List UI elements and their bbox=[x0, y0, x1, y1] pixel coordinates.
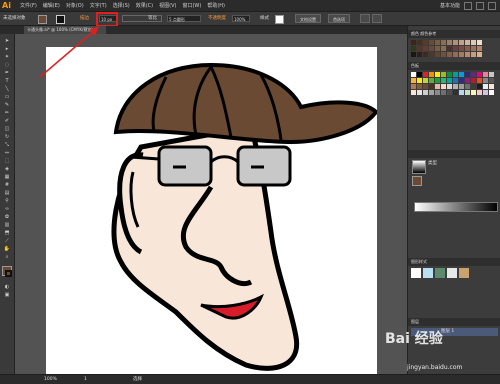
scale-tool-icon[interactable]: ⤡ bbox=[3, 142, 11, 148]
menu-effect[interactable]: 效果(C) bbox=[136, 2, 153, 10]
gradient-preview[interactable] bbox=[412, 160, 426, 174]
right-panels: 颜色 颜色参考 色板 类型 图形样式 图层 图层 1 bbox=[407, 26, 500, 374]
annotation-arrow bbox=[39, 26, 99, 78]
perspective-grid-tool-icon[interactable]: ▦ bbox=[3, 174, 11, 180]
artboard-tool-icon[interactable]: ⬒ bbox=[3, 230, 11, 236]
gradient-panel-header[interactable] bbox=[408, 150, 500, 158]
mesh-tool-icon[interactable]: # bbox=[3, 182, 11, 188]
swatches-panel-header[interactable]: 色板 bbox=[408, 62, 500, 70]
gradient-tool-icon[interactable]: ▤ bbox=[3, 190, 11, 196]
paintbrush-tool-icon[interactable]: ✎ bbox=[3, 102, 11, 108]
workspace-switcher[interactable]: 基本功能 bbox=[440, 2, 460, 10]
maximize-icon[interactable] bbox=[476, 2, 484, 10]
style-label: 样式 bbox=[260, 16, 269, 21]
draw-mode-icon[interactable]: ◐ bbox=[3, 284, 11, 290]
gradient-slider[interactable] bbox=[414, 202, 498, 212]
align-icon[interactable] bbox=[360, 14, 370, 23]
cartoon-face-illustration bbox=[111, 62, 379, 371]
rectangle-tool-icon[interactable]: ▭ bbox=[3, 94, 11, 100]
column-graph-tool-icon[interactable]: ▥ bbox=[3, 222, 11, 228]
preferences-button[interactable]: 首选项 bbox=[328, 14, 350, 23]
width-tool-icon[interactable]: ⇔ bbox=[3, 150, 11, 156]
screen-mode-icon[interactable]: ▣ bbox=[3, 292, 11, 298]
graphic-styles-grid[interactable] bbox=[411, 268, 469, 278]
line-tool-icon[interactable]: ╲ bbox=[3, 86, 11, 92]
menu-edit[interactable]: 编辑(E) bbox=[43, 2, 60, 10]
artboard[interactable] bbox=[46, 47, 379, 374]
selection-status: 未选择对象 bbox=[3, 16, 26, 21]
menu-help[interactable]: 帮助(H) bbox=[207, 2, 225, 10]
free-transform-tool-icon[interactable]: ⬚ bbox=[3, 158, 11, 164]
pencil-tool-icon[interactable]: ✏ bbox=[3, 110, 11, 116]
blend-tool-icon[interactable]: ∞ bbox=[3, 206, 11, 212]
opacity-field[interactable]: 100% bbox=[232, 15, 250, 22]
document-setup-button[interactable]: 文档设置 bbox=[295, 14, 321, 23]
layers-panel-header[interactable]: 图层 bbox=[408, 318, 500, 326]
main-menu: 文件(F) 编辑(E) 对象(O) 文字(T) 选择(S) 效果(C) 视图(V… bbox=[20, 2, 225, 10]
symbol-sprayer-tool-icon[interactable]: ✿ bbox=[3, 214, 11, 220]
magic-wand-tool-icon[interactable]: ✶ bbox=[3, 54, 11, 60]
opacity-label[interactable]: 不透明度 bbox=[208, 15, 226, 23]
stroke-color-icon[interactable] bbox=[5, 270, 12, 277]
hand-tool-icon[interactable]: ✋ bbox=[3, 246, 11, 252]
blob-brush-tool-icon[interactable]: ✐ bbox=[3, 118, 11, 124]
watermark-text: Bai 经验 bbox=[385, 331, 443, 347]
color-guide-grid[interactable] bbox=[411, 40, 482, 57]
lasso-tool-icon[interactable]: ◌ bbox=[3, 62, 11, 68]
type-tool-icon[interactable]: T bbox=[3, 78, 11, 84]
graphic-style-swatch[interactable] bbox=[275, 15, 284, 24]
status-bar: 100% 1 选择 bbox=[0, 374, 500, 384]
zoom-level[interactable]: 100% bbox=[44, 376, 57, 384]
canvas-area[interactable] bbox=[15, 26, 407, 374]
rotate-tool-icon[interactable]: ↻ bbox=[3, 134, 11, 140]
slice-tool-icon[interactable]: ⟋ bbox=[3, 238, 11, 244]
profile-label: 等比 bbox=[148, 16, 157, 21]
gradient-type-label: 类型 bbox=[428, 161, 437, 166]
menu-bar: Ai 文件(F) 编辑(E) 对象(O) 文字(T) 选择(S) 效果(C) 视… bbox=[0, 0, 500, 12]
swatches-grid[interactable] bbox=[411, 72, 494, 95]
current-tool: 选择 bbox=[133, 377, 142, 382]
shape-builder-tool-icon[interactable]: ◈ bbox=[3, 166, 11, 172]
transform-icon[interactable] bbox=[372, 14, 382, 23]
minimize-icon[interactable] bbox=[464, 2, 472, 10]
brush-definition[interactable]: 5 点圆形 bbox=[167, 15, 201, 22]
menu-select[interactable]: 选择(S) bbox=[113, 2, 130, 10]
menu-object[interactable]: 对象(O) bbox=[66, 2, 84, 10]
glasses-temple bbox=[130, 155, 160, 161]
watermark-url: jingyan.baidu.com bbox=[407, 364, 463, 371]
graphic-styles-header[interactable]: 图形样式 bbox=[408, 258, 500, 266]
tools-panel: ➤ ▸ ✶ ◌ ✒ T ╲ ▭ ✎ ✏ ✐ ◫ ↻ ⤡ ⇔ ⬚ ◈ ▦ # ▤ … bbox=[0, 34, 15, 374]
window-controls: 基本功能 bbox=[440, 2, 496, 10]
app-logo: Ai bbox=[2, 1, 11, 10]
selection-tool-icon[interactable]: ➤ bbox=[3, 38, 11, 44]
menu-view[interactable]: 视图(V) bbox=[159, 2, 176, 10]
eyedropper-tool-icon[interactable]: ⚲ bbox=[3, 198, 11, 204]
zoom-tool-icon[interactable]: ⌕ bbox=[3, 254, 11, 260]
eraser-tool-icon[interactable]: ◫ bbox=[3, 126, 11, 132]
menu-window[interactable]: 窗口(W) bbox=[182, 2, 201, 10]
direct-selection-tool-icon[interactable]: ▸ bbox=[3, 46, 11, 52]
page-number[interactable]: 1 bbox=[84, 376, 87, 384]
close-icon[interactable] bbox=[488, 2, 496, 10]
pen-tool-icon[interactable]: ✒ bbox=[3, 70, 11, 76]
gradient-fill-swatch[interactable] bbox=[412, 176, 422, 186]
menu-type[interactable]: 文字(T) bbox=[90, 2, 107, 10]
color-panel-tabs[interactable]: 颜色 颜色参考 bbox=[408, 30, 500, 38]
menu-file[interactable]: 文件(F) bbox=[20, 2, 37, 10]
